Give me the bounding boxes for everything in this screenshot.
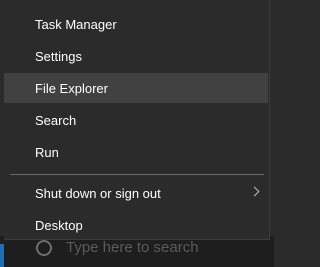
menu-item-file-explorer[interactable]: File Explorer [4, 73, 268, 103]
menu-item-label: Settings [35, 48, 82, 64]
screen: Type here to search Task Manager Setting… [0, 0, 274, 267]
menu-item-search[interactable]: Search [4, 105, 268, 135]
menu-item-label: File Explorer [35, 80, 108, 96]
menu-item-desktop[interactable]: Desktop [4, 210, 268, 240]
power-user-menu: Task Manager Settings File Explorer Sear… [4, 0, 270, 240]
menu-item-task-manager[interactable]: Task Manager [4, 9, 268, 39]
taskbar-search-box[interactable]: Type here to search [66, 239, 199, 256]
menu-item-label: Shut down or sign out [35, 185, 161, 201]
menu-item-label: Task Manager [35, 16, 117, 32]
start-button-edge[interactable] [0, 244, 4, 267]
menu-item-label: Run [35, 144, 59, 160]
menu-item-run[interactable]: Run [4, 137, 268, 167]
menu-separator [10, 174, 264, 175]
menu-item-settings[interactable]: Settings [4, 41, 268, 71]
menu-item-shut-down-or-sign-out[interactable]: Shut down or sign out [4, 178, 268, 208]
chevron-right-icon [249, 186, 260, 197]
search-icon[interactable] [36, 240, 52, 256]
menu-item-label: Search [35, 112, 77, 128]
menu-item-label: Desktop [35, 217, 83, 233]
